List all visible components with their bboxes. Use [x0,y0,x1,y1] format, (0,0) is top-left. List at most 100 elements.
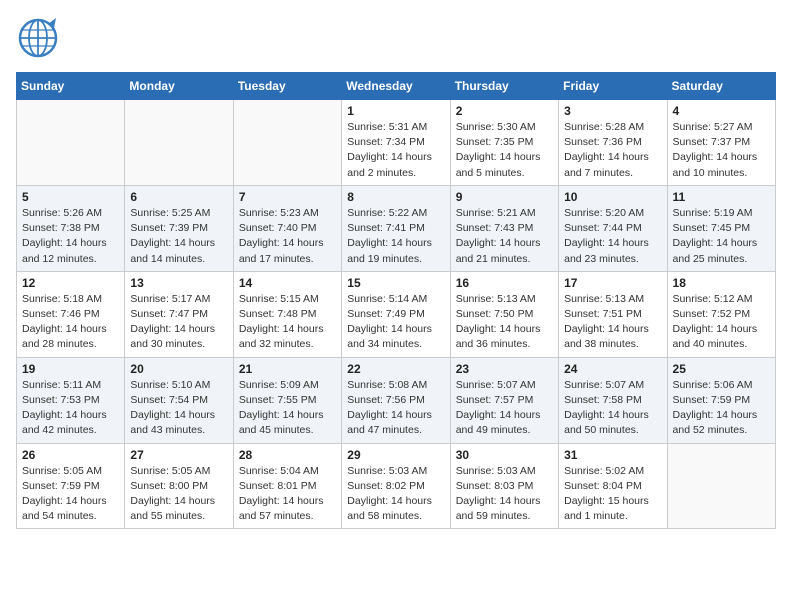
calendar-cell: 30Sunrise: 5:03 AM Sunset: 8:03 PM Dayli… [450,443,558,529]
calendar-cell: 12 Sunrise: 5:18 AM Sunset: 7:46 PM Dayli… [17,271,125,357]
day-number: 25 [673,362,770,376]
day-info: Sunrise: 5:07 AM Sunset: 7:58 PM Dayligh… [564,378,661,439]
day-info: Sunrise: 5:30 AM Sunset: 7:35 PM Dayligh… [456,120,553,181]
day-info: Sunrise: 5:20 AM Sunset: 7:44 PM Dayligh… [564,206,661,267]
day-info: Sunrise: 5:09 AM Sunset: 7:55 PM Dayligh… [239,378,336,439]
calendar-cell: 20Sunrise: 5:10 AM Sunset: 7:54 PM Dayli… [125,357,233,443]
calendar-cell: 29Sunrise: 5:03 AM Sunset: 8:02 PM Dayli… [342,443,450,529]
day-info: Sunrise: 5:15 AM Sunset: 7:48 PM Dayligh… [239,292,336,353]
day-of-week-header: Wednesday [342,73,450,100]
day-number: 24 [564,362,661,376]
day-info: Sunrise: 5:10 AM Sunset: 7:54 PM Dayligh… [130,378,227,439]
day-number: 7 [239,190,336,204]
day-info: Sunrise: 5:18 AM Sunset: 7:46 PM Dayligh… [22,292,119,353]
day-number: 12 [22,276,119,290]
day-info: Sunrise: 5:14 AM Sunset: 7:49 PM Dayligh… [347,292,444,353]
calendar-week-row: 19Sunrise: 5:11 AM Sunset: 7:53 PM Dayli… [17,357,776,443]
day-info: Sunrise: 5:22 AM Sunset: 7:41 PM Dayligh… [347,206,444,267]
day-info: Sunrise: 5:17 AM Sunset: 7:47 PM Dayligh… [130,292,227,353]
day-of-week-header: Tuesday [233,73,341,100]
calendar-cell: 4 Sunrise: 5:27 AM Sunset: 7:37 PM Daylig… [667,100,775,186]
calendar-cell: 11 Sunrise: 5:19 AM Sunset: 7:45 PM Dayli… [667,185,775,271]
calendar-cell: 23 Sunrise: 5:07 AM Sunset: 7:57 PM Dayli… [450,357,558,443]
day-number: 31 [564,448,661,462]
day-info: Sunrise: 5:08 AM Sunset: 7:56 PM Dayligh… [347,378,444,439]
day-number: 9 [456,190,553,204]
calendar-cell: 18 Sunrise: 5:12 AM Sunset: 7:52 PM Dayli… [667,271,775,357]
day-info: Sunrise: 5:06 AM Sunset: 7:59 PM Dayligh… [673,378,770,439]
day-info: Sunrise: 5:21 AM Sunset: 7:43 PM Dayligh… [456,206,553,267]
day-number: 14 [239,276,336,290]
day-number: 1 [347,104,444,118]
calendar-table: SundayMondayTuesdayWednesdayThursdayFrid… [16,72,776,529]
day-info: Sunrise: 5:07 AM Sunset: 7:57 PM Dayligh… [456,378,553,439]
calendar-cell: 5Sunrise: 5:26 AM Sunset: 7:38 PM Daylig… [17,185,125,271]
day-info: Sunrise: 5:11 AM Sunset: 7:53 PM Dayligh… [22,378,119,439]
day-number: 16 [456,276,553,290]
calendar-cell: 3Sunrise: 5:28 AM Sunset: 7:36 PM Daylig… [559,100,667,186]
day-info: Sunrise: 5:28 AM Sunset: 7:36 PM Dayligh… [564,120,661,181]
calendar-cell: 25 Sunrise: 5:06 AM Sunset: 7:59 PM Dayli… [667,357,775,443]
day-number: 18 [673,276,770,290]
header [16,16,776,60]
calendar-cell: 6Sunrise: 5:25 AM Sunset: 7:39 PM Daylig… [125,185,233,271]
day-number: 10 [564,190,661,204]
day-number: 13 [130,276,227,290]
calendar-cell [233,100,341,186]
calendar-cell: 22 Sunrise: 5:08 AM Sunset: 7:56 PM Dayli… [342,357,450,443]
calendar-cell: 1 Sunrise: 5:31 AM Sunset: 7:34 PM Daylig… [342,100,450,186]
calendar-header-row: SundayMondayTuesdayWednesdayThursdayFrid… [17,73,776,100]
day-number: 15 [347,276,444,290]
day-info: Sunrise: 5:13 AM Sunset: 7:51 PM Dayligh… [564,292,661,353]
day-info: Sunrise: 5:27 AM Sunset: 7:37 PM Dayligh… [673,120,770,181]
day-info: Sunrise: 5:13 AM Sunset: 7:50 PM Dayligh… [456,292,553,353]
day-number: 11 [673,190,770,204]
calendar-cell: 10 Sunrise: 5:20 AM Sunset: 7:44 PM Dayli… [559,185,667,271]
calendar-week-row: 5Sunrise: 5:26 AM Sunset: 7:38 PM Daylig… [17,185,776,271]
day-info: Sunrise: 5:31 AM Sunset: 7:34 PM Dayligh… [347,120,444,181]
day-number: 23 [456,362,553,376]
day-info: Sunrise: 5:25 AM Sunset: 7:39 PM Dayligh… [130,206,227,267]
day-number: 2 [456,104,553,118]
calendar-cell: 7 Sunrise: 5:23 AM Sunset: 7:40 PM Daylig… [233,185,341,271]
day-info: Sunrise: 5:03 AM Sunset: 8:03 PM Dayligh… [456,464,553,525]
logo-globe-icon [16,16,60,60]
calendar-cell: 24 Sunrise: 5:07 AM Sunset: 7:58 PM Dayli… [559,357,667,443]
calendar-cell: 15 Sunrise: 5:14 AM Sunset: 7:49 PM Dayli… [342,271,450,357]
day-number: 17 [564,276,661,290]
logo [16,16,76,60]
day-number: 5 [22,190,119,204]
calendar-cell: 8Sunrise: 5:22 AM Sunset: 7:41 PM Daylig… [342,185,450,271]
day-info: Sunrise: 5:05 AM Sunset: 7:59 PM Dayligh… [22,464,119,525]
calendar-week-row: 12 Sunrise: 5:18 AM Sunset: 7:46 PM Dayli… [17,271,776,357]
calendar-week-row: 1 Sunrise: 5:31 AM Sunset: 7:34 PM Daylig… [17,100,776,186]
calendar-cell: 2 Sunrise: 5:30 AM Sunset: 7:35 PM Daylig… [450,100,558,186]
calendar-cell: 19Sunrise: 5:11 AM Sunset: 7:53 PM Dayli… [17,357,125,443]
calendar-cell: 28 Sunrise: 5:04 AM Sunset: 8:01 PM Dayli… [233,443,341,529]
calendar-cell: 26 Sunrise: 5:05 AM Sunset: 7:59 PM Dayli… [17,443,125,529]
calendar-cell: 14 Sunrise: 5:15 AM Sunset: 7:48 PM Dayli… [233,271,341,357]
day-of-week-header: Friday [559,73,667,100]
day-info: Sunrise: 5:23 AM Sunset: 7:40 PM Dayligh… [239,206,336,267]
day-number: 27 [130,448,227,462]
calendar-cell: 27Sunrise: 5:05 AM Sunset: 8:00 PM Dayli… [125,443,233,529]
calendar-cell: 16 Sunrise: 5:13 AM Sunset: 7:50 PM Dayli… [450,271,558,357]
day-number: 22 [347,362,444,376]
day-of-week-header: Monday [125,73,233,100]
day-info: Sunrise: 5:12 AM Sunset: 7:52 PM Dayligh… [673,292,770,353]
calendar-cell [125,100,233,186]
day-number: 28 [239,448,336,462]
day-number: 4 [673,104,770,118]
calendar-cell: 31 Sunrise: 5:02 AM Sunset: 8:04 PM Dayli… [559,443,667,529]
calendar-cell: 9 Sunrise: 5:21 AM Sunset: 7:43 PM Daylig… [450,185,558,271]
day-of-week-header: Sunday [17,73,125,100]
day-number: 21 [239,362,336,376]
day-number: 26 [22,448,119,462]
calendar-cell [17,100,125,186]
day-info: Sunrise: 5:04 AM Sunset: 8:01 PM Dayligh… [239,464,336,525]
day-info: Sunrise: 5:02 AM Sunset: 8:04 PM Dayligh… [564,464,661,525]
calendar-week-row: 26 Sunrise: 5:05 AM Sunset: 7:59 PM Dayli… [17,443,776,529]
calendar-cell: 17 Sunrise: 5:13 AM Sunset: 7:51 PM Dayli… [559,271,667,357]
calendar-cell: 21 Sunrise: 5:09 AM Sunset: 7:55 PM Dayli… [233,357,341,443]
day-info: Sunrise: 5:19 AM Sunset: 7:45 PM Dayligh… [673,206,770,267]
